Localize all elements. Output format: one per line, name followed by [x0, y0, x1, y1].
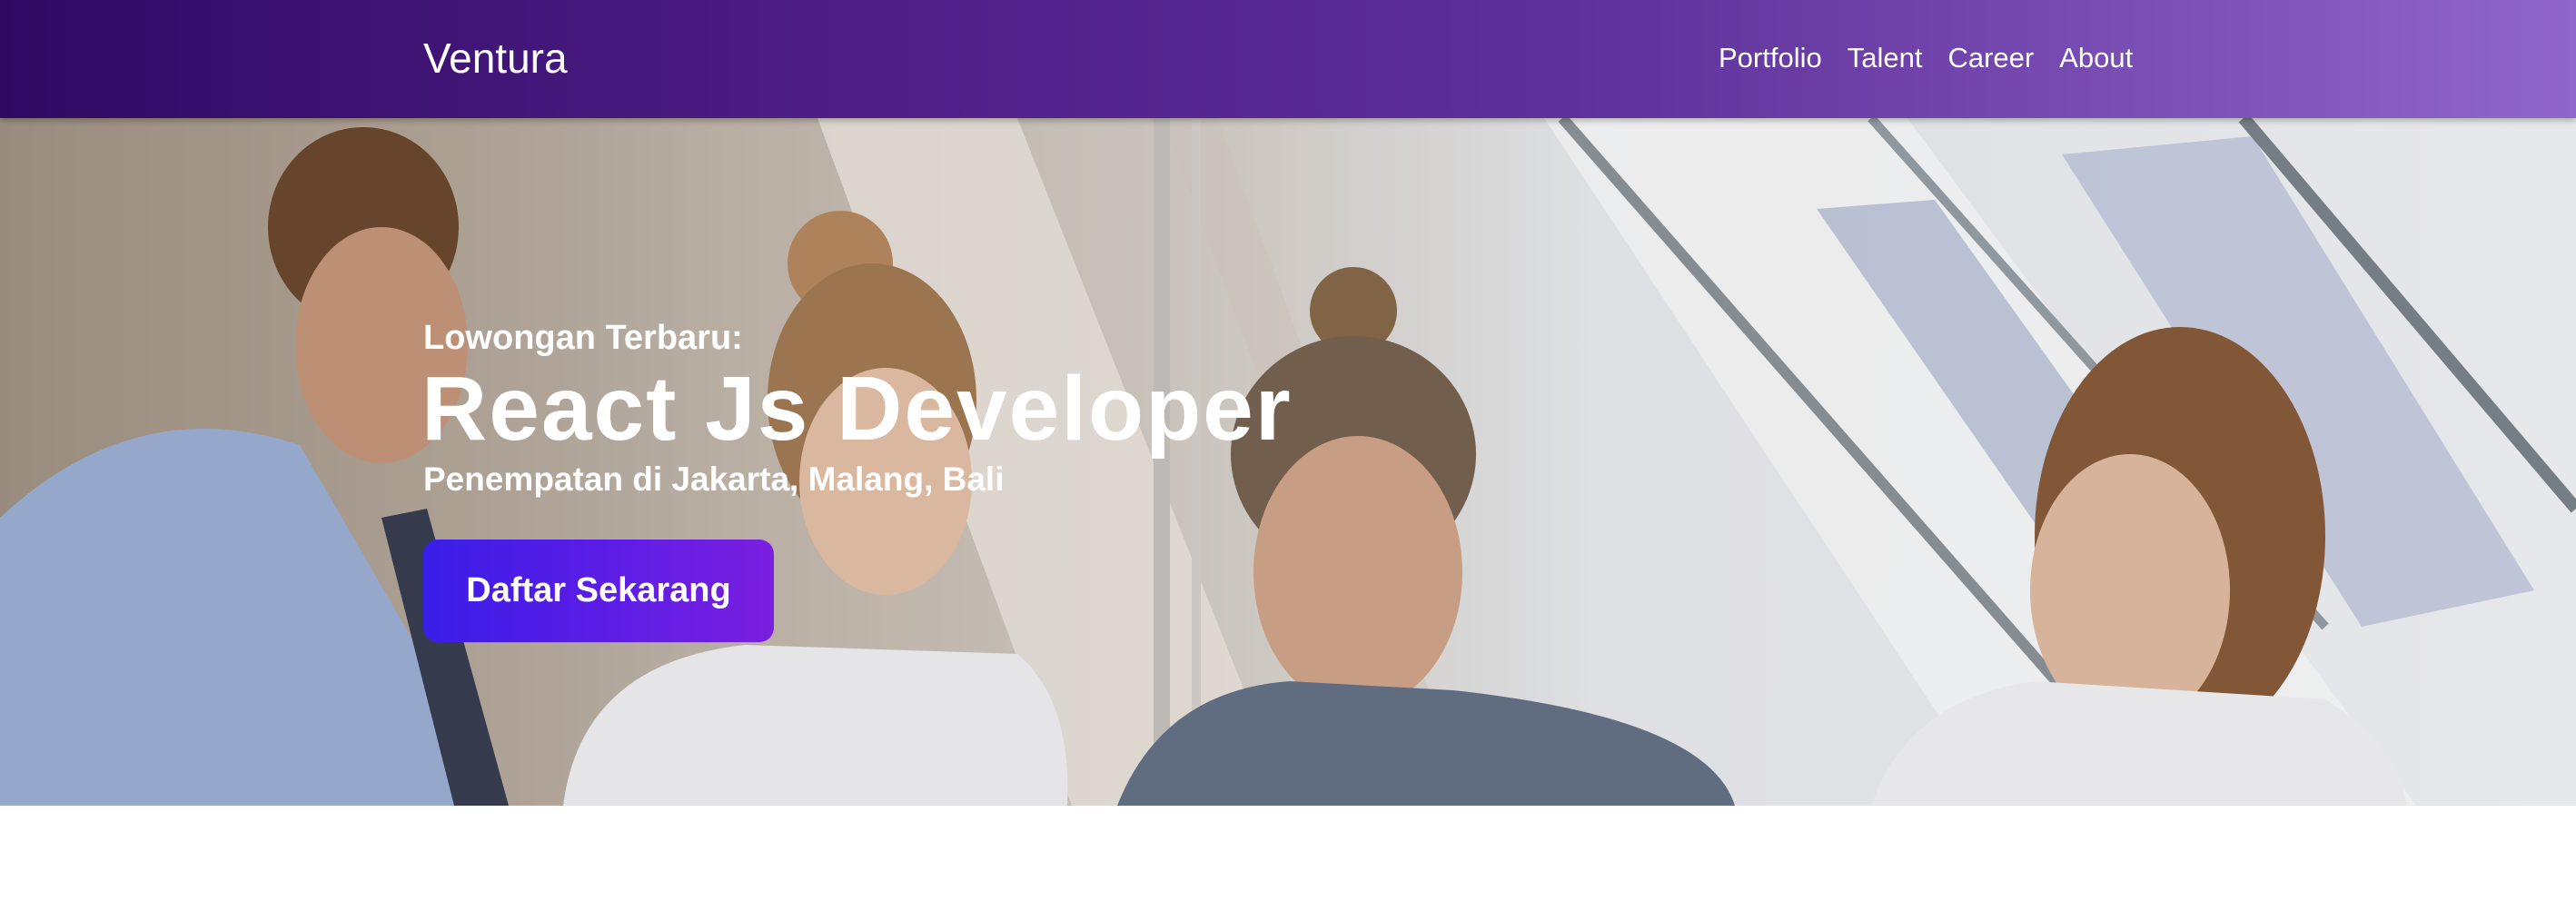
- apply-now-button[interactable]: Daftar Sekarang: [423, 540, 774, 642]
- nav-link-talent[interactable]: Talent: [1848, 38, 1923, 78]
- brand-logo[interactable]: Ventura: [423, 31, 568, 85]
- hero-banner: Lowongan Terbaru: React Js Developer Pen…: [0, 118, 2576, 806]
- nav-link-career[interactable]: Career: [1947, 38, 2034, 78]
- hero-title: React Js Developer: [421, 358, 1293, 460]
- nav-link-about[interactable]: About: [2059, 38, 2133, 78]
- nav-links: Portfolio Talent Career About: [1719, 38, 2133, 78]
- top-navbar: Ventura Portfolio Talent Career About: [0, 0, 2576, 118]
- nav-link-portfolio[interactable]: Portfolio: [1719, 38, 1822, 78]
- hero-subtitle: Penempatan di Jakarta, Malang, Bali: [423, 460, 1005, 498]
